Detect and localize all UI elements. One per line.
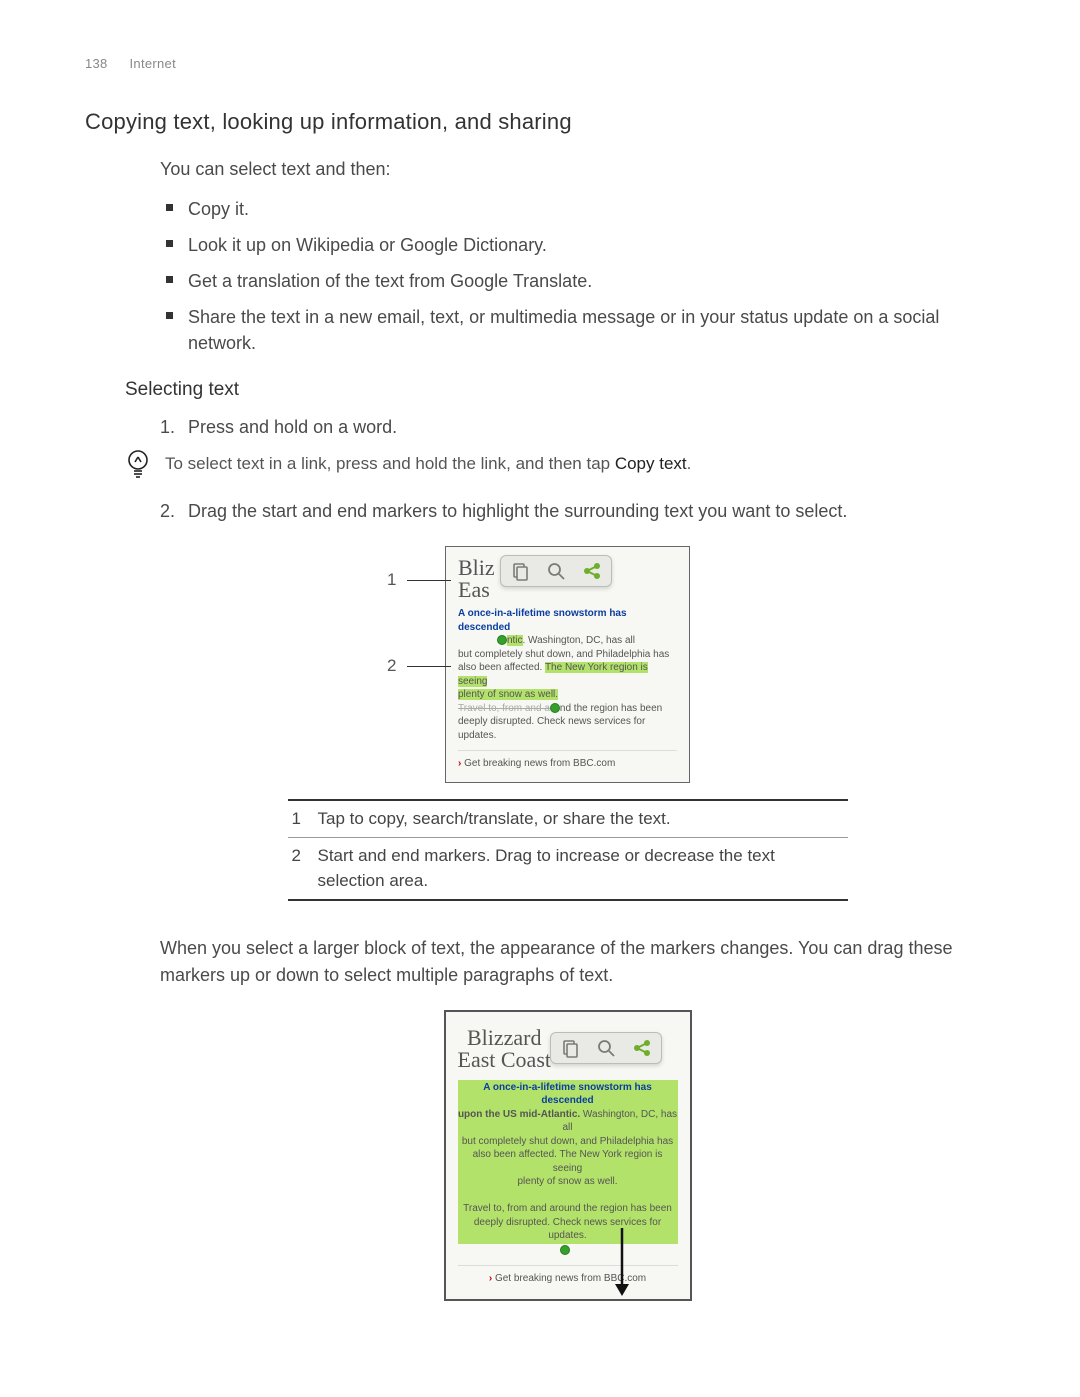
search-icon[interactable]	[595, 1037, 617, 1059]
start-marker-icon[interactable]	[497, 635, 507, 645]
list-item: Copy it.	[160, 196, 975, 222]
bbc-link[interactable]: Get breaking news from BBC.com	[458, 1265, 678, 1287]
selection-toolbar[interactable]	[500, 555, 612, 587]
figure-paragraph-selection: Blizzard East Coast	[444, 1010, 692, 1301]
list-item: Get a translation of the text from Googl…	[160, 268, 975, 294]
end-marker-icon[interactable]	[550, 703, 560, 713]
callout-label: 2	[387, 656, 396, 675]
article-body: A once-in-a-lifetime snowstorm has desce…	[458, 1080, 678, 1258]
section-name: Internet	[130, 56, 176, 71]
copy-icon[interactable]	[509, 560, 531, 582]
page-title: Copying text, looking up information, an…	[85, 106, 985, 138]
lightbulb-icon	[125, 448, 151, 480]
running-header: 138 Internet	[85, 55, 985, 74]
step-number: 1.	[160, 414, 175, 440]
phone-mock: Blizzard East Coast	[444, 1010, 692, 1301]
legend-value: Start and end markers. Drag to increase …	[318, 844, 844, 893]
phone-mock: Blizzard hits US Eas	[445, 546, 690, 783]
list-item: Share the text in a new email, text, or …	[160, 304, 975, 356]
article-body: A once-in-a-lifetime snowstorm has desce…	[458, 607, 677, 742]
drag-down-arrow-icon	[612, 1228, 632, 1298]
selection-toolbar[interactable]	[550, 1032, 662, 1064]
step-text: Drag the start and end markers to highli…	[188, 501, 847, 521]
step-text: Press and hold on a word.	[188, 417, 397, 437]
copy-icon[interactable]	[559, 1037, 581, 1059]
figure-legend: 1 Tap to copy, search/translate, or shar…	[288, 799, 848, 902]
subsection-title: Selecting text	[125, 376, 975, 404]
paragraph: When you select a larger block of text, …	[160, 935, 975, 987]
step-item: 1. Press and hold on a word.	[160, 414, 975, 440]
intro-text: You can select text and then:	[160, 156, 975, 182]
callout-label: 1	[387, 570, 396, 589]
action-list: Copy it. Look it up on Wikipedia or Goog…	[160, 196, 975, 356]
article-headline: Blizzard East Coast	[458, 1027, 552, 1071]
legend-key: 2	[292, 844, 318, 893]
tip-text: To select text in a link, press and hold…	[165, 448, 975, 477]
legend-row: 2 Start and end markers. Drag to increas…	[288, 837, 848, 899]
share-icon[interactable]	[631, 1037, 653, 1059]
legend-value: Tap to copy, search/translate, or share …	[318, 807, 844, 832]
figure-text-selection: 1 2 Blizzard hits US Eas	[445, 546, 690, 783]
end-marker-icon[interactable]	[560, 1245, 570, 1255]
tip-callout: To select text in a link, press and hold…	[125, 448, 975, 480]
bbc-link[interactable]: Get breaking news from BBC.com	[458, 750, 677, 772]
step-number: 2.	[160, 498, 175, 524]
step-item: 2. Drag the start and end markers to hig…	[160, 498, 975, 524]
legend-row: 1 Tap to copy, search/translate, or shar…	[288, 801, 848, 838]
list-item: Look it up on Wikipedia or Google Dictio…	[160, 232, 975, 258]
page-number: 138	[85, 56, 108, 71]
share-icon[interactable]	[581, 560, 603, 582]
search-icon[interactable]	[545, 560, 567, 582]
legend-key: 1	[292, 807, 318, 832]
